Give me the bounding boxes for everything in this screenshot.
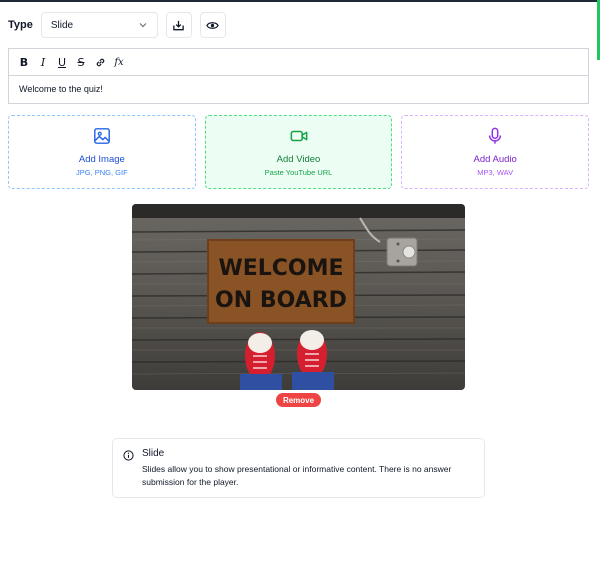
welcome-mat-photo: WELCOME ON BOARD bbox=[132, 204, 465, 390]
type-select[interactable]: Slide bbox=[40, 12, 158, 38]
add-video-card[interactable]: Add Video Paste YouTube URL bbox=[204, 115, 393, 189]
info-title: Slide bbox=[142, 448, 165, 459]
link-icon bbox=[96, 58, 104, 66]
editor-content[interactable]: Welcome to the quiz! bbox=[9, 76, 588, 102]
info-icon bbox=[123, 450, 134, 461]
add-image-subtitle: JPG, PNG, GIF bbox=[75, 168, 128, 177]
strikethrough-button[interactable]: S bbox=[75, 55, 87, 69]
download-icon bbox=[173, 20, 185, 30]
video-icon bbox=[290, 130, 307, 142]
underline-button[interactable]: U bbox=[56, 55, 68, 69]
media-options: Add Image JPG, PNG, GIF Add Video Paste … bbox=[8, 115, 590, 189]
type-select-value: Slide bbox=[50, 19, 74, 31]
download-button[interactable] bbox=[165, 12, 192, 38]
bold-button[interactable]: B bbox=[18, 55, 30, 69]
add-audio-card[interactable]: Add Audio MP3, WAV bbox=[401, 115, 590, 189]
italic-button[interactable]: I bbox=[37, 55, 49, 69]
formula-button[interactable]: fx bbox=[113, 55, 125, 69]
info-description: Slides allow you to show presentational … bbox=[142, 464, 452, 487]
remove-image-button[interactable]: Remove bbox=[276, 393, 321, 407]
add-image-card[interactable]: Add Image JPG, PNG, GIF bbox=[8, 115, 196, 189]
mat-text-line1: WELCOME bbox=[218, 256, 343, 281]
slide-info-box: Slide Slides allow you to show presentat… bbox=[112, 438, 485, 498]
eye-icon bbox=[206, 21, 220, 29]
add-audio-subtitle: MP3, WAV bbox=[477, 168, 514, 177]
add-image-title: Add Image bbox=[78, 154, 125, 165]
add-audio-title: Add Audio bbox=[473, 154, 517, 165]
image-icon bbox=[93, 128, 110, 144]
type-label: Type bbox=[8, 19, 33, 31]
type-bar: Type Slide bbox=[8, 12, 226, 38]
link-button[interactable] bbox=[94, 55, 106, 69]
top-border bbox=[0, 0, 600, 2]
mat-text-line2: ON BOARD bbox=[215, 288, 347, 313]
add-video-subtitle: Paste YouTube URL bbox=[264, 168, 333, 177]
microphone-icon bbox=[489, 127, 502, 144]
rich-text-editor: B I U S fx Welcome to the quiz! bbox=[8, 48, 589, 104]
chevron-down-icon bbox=[139, 23, 147, 28]
preview-button[interactable] bbox=[199, 12, 226, 38]
add-video-title: Add Video bbox=[276, 154, 321, 165]
slide-image: WELCOME ON BOARD bbox=[132, 204, 465, 390]
editor-toolbar: B I U S fx bbox=[9, 49, 588, 76]
